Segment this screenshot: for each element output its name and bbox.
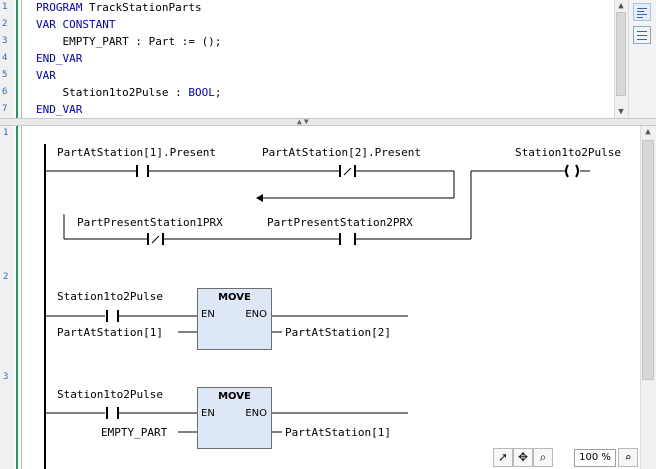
declaration-scroll-thumb[interactable] [616,12,626,96]
magnify-icon[interactable]: ⌕ [533,448,553,467]
contact-label[interactable]: PartAtStation[2].Present [262,146,421,159]
view-switcher [628,0,656,118]
zoom-level[interactable]: 100 % [574,449,616,467]
tabular-view-icon[interactable] [633,26,651,44]
contact-label[interactable]: PartAtStation[1].Present [57,146,216,159]
code-line[interactable]: Station1to2Pulse : BOOL; [36,86,221,99]
pan-icon[interactable]: ✥ [513,448,533,467]
declaration-editor[interactable]: 1 2 3 4 5 6 7 PROGRAM TrackStationParts … [0,0,656,118]
fb-eno-pin: ENO [245,309,267,320]
zoom-dropdown-icon[interactable]: ⌕ [618,448,638,467]
contact-label[interactable]: PartPresentStation2PRX [267,216,413,229]
fb-title: MOVE [218,292,251,303]
code-line[interactable]: VAR CONSTANT [36,18,115,31]
line-number: 2 [2,19,8,29]
code-line[interactable]: VAR [36,69,56,82]
textual-view-icon[interactable] [633,3,651,21]
contact-label[interactable]: PartPresentStation1PRX [77,216,223,229]
declaration-change-marker [14,0,22,118]
line-number: 5 [2,70,8,80]
code-line[interactable]: EMPTY_PART : Part := (); [36,35,221,48]
fb-input-label[interactable]: EMPTY_PART [101,426,167,439]
coil-label[interactable]: Station1to2Pulse [515,146,621,159]
fb-eno-pin: ENO [245,408,267,419]
line-number: 4 [2,53,8,63]
branch-arrow-icon [256,194,263,202]
scroll-down-icon[interactable]: ▼ [614,106,628,118]
scroll-up-icon[interactable]: ▲ [640,126,656,138]
editor-splitter[interactable] [0,118,656,126]
fb-input-label[interactable]: PartAtStation[1] [57,326,163,339]
line-number: 1 [2,2,8,12]
move-function-block[interactable]: MOVE EN ENO [197,288,272,350]
contact-label[interactable]: Station1to2Pulse [57,290,163,303]
splitter-arrows-icon[interactable]: ▲▼ [297,118,311,126]
contact3-negation [151,235,160,244]
contact2-negation [343,167,352,176]
fb-output-label[interactable]: PartAtStation[2] [285,326,391,339]
fb-en-pin: EN [201,309,215,320]
line-number: 7 [2,104,8,114]
scroll-up-icon[interactable]: ▲ [614,0,628,12]
ladder-editor[interactable]: 1 2 3 PartAtStation[1].Present PartAtSta… [0,126,656,469]
fb-en-pin: EN [201,408,215,419]
code-line[interactable]: PROGRAM TrackStationParts [36,1,202,14]
code-line[interactable]: END_VAR [36,103,82,116]
move-function-block[interactable]: MOVE EN ENO [197,387,272,449]
coil-left-arc [565,164,569,178]
fb-output-label[interactable]: PartAtStation[1] [285,426,391,439]
contact-label[interactable]: Station1to2Pulse [57,388,163,401]
line-number: 6 [2,87,8,97]
code-line[interactable]: END_VAR [36,52,82,65]
ladder-scroll-thumb[interactable] [642,140,654,380]
line-number: 3 [2,36,8,46]
coil-right-arc [575,164,579,178]
fb-title: MOVE [218,391,251,402]
pointer-icon[interactable]: ➚ [493,448,513,467]
